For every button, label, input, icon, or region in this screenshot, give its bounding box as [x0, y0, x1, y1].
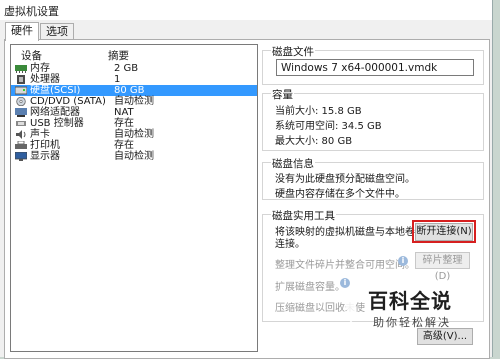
column-summary: 摘要: [108, 50, 129, 62]
device-list[interactable]: 设备 摘要 内存 2 GB 处理器 1 硬盘(SCSI) 80 GB CD/DV…: [10, 44, 258, 352]
device-summary: 自动检测: [114, 129, 154, 140]
disk-info-title: 磁盘信息: [271, 156, 315, 171]
device-row-processor[interactable]: 处理器 1: [11, 74, 257, 85]
watermark-logo-icon: [340, 286, 362, 326]
disk-utilities-title: 磁盘实用工具: [271, 208, 336, 223]
device-name: 打印机: [30, 140, 60, 151]
device-name: USB 控制器: [30, 118, 84, 129]
defrag-button[interactable]: 碎片整理(D): [415, 252, 470, 282]
device-row-cdrom[interactable]: CD/DVD (SATA) 自动检测: [11, 96, 257, 107]
device-row-memory[interactable]: 内存 2 GB: [11, 63, 257, 74]
max-size: 最大大小: 80 GB: [275, 136, 353, 147]
defrag-description: 整理文件碎片并整合可用空间。: [275, 260, 415, 271]
device-summary: 1: [114, 74, 121, 85]
memory-icon: [15, 64, 27, 73]
device-row-display[interactable]: 显示器 自动检测: [11, 151, 257, 162]
disk-info-line-2: 硬盘内容存储在多个文件中。: [275, 189, 405, 200]
vm-settings-window: 虚拟机设置 硬件 选项 设备 摘要 内存 2 GB 处理器 1 硬盘(SCSI)…: [0, 0, 493, 359]
device-row-harddisk[interactable]: 硬盘(SCSI) 80 GB: [11, 85, 257, 96]
capacity-title: 容量: [271, 87, 294, 102]
device-summary: NAT: [114, 107, 134, 118]
usb-icon: [15, 119, 27, 128]
window-title: 虚拟机设置: [4, 5, 59, 18]
highlight-box: [412, 220, 476, 243]
title-bar: 虚拟机设置: [0, 0, 492, 20]
sound-icon: [15, 130, 27, 139]
display-icon: [14, 151, 28, 161]
device-name: CD/DVD (SATA): [30, 96, 106, 107]
device-summary: 自动检测: [114, 151, 154, 162]
device-name: 声卡: [30, 129, 50, 140]
info-icon: i: [398, 256, 408, 266]
watermark-subtitle: 助你轻松解决: [373, 316, 451, 329]
tab-hardware[interactable]: 硬件: [5, 22, 39, 41]
printer-icon: [15, 140, 27, 150]
device-summary: 存在: [114, 140, 134, 151]
cdrom-icon: [15, 96, 27, 107]
disk-file-title: 磁盘文件: [271, 44, 315, 59]
device-row-sound[interactable]: 声卡 自动检测: [11, 129, 257, 140]
system-free-space: 系统可用空间: 34.5 GB: [275, 121, 382, 132]
disconnect-description-2: 连接。: [275, 239, 305, 250]
current-size: 当前大小: 15.8 GB: [275, 106, 362, 117]
device-name: 显示器: [30, 151, 60, 162]
cpu-icon: [15, 75, 27, 84]
disk-info-line-1: 没有为此硬盘预分配磁盘空间。: [275, 174, 415, 185]
device-name: 网络适配器: [30, 107, 80, 118]
network-icon: [15, 108, 27, 117]
device-row-printer[interactable]: 打印机 存在: [11, 140, 257, 151]
device-summary: 80 GB: [114, 85, 145, 96]
device-summary: 2 GB: [114, 63, 139, 74]
device-name: 内存: [30, 63, 50, 74]
device-summary: 自动检测: [114, 96, 154, 107]
device-row-network[interactable]: 网络适配器 NAT: [11, 107, 257, 118]
device-name: 处理器: [30, 74, 60, 85]
expand-description: 扩展磁盘容量。: [275, 282, 345, 293]
device-summary: 存在: [114, 118, 134, 129]
disk-file-field[interactable]: Windows 7 x64-000001.vmdk: [276, 59, 474, 76]
harddisk-icon: [14, 86, 28, 95]
advanced-button[interactable]: 高级(V)...: [417, 328, 473, 345]
watermark-title: 百科全说: [368, 289, 452, 313]
device-row-usb[interactable]: USB 控制器 存在: [11, 118, 257, 129]
device-list-header: 设备 摘要: [11, 45, 257, 62]
device-name: 硬盘(SCSI): [30, 85, 81, 96]
column-device: 设备: [21, 50, 42, 62]
